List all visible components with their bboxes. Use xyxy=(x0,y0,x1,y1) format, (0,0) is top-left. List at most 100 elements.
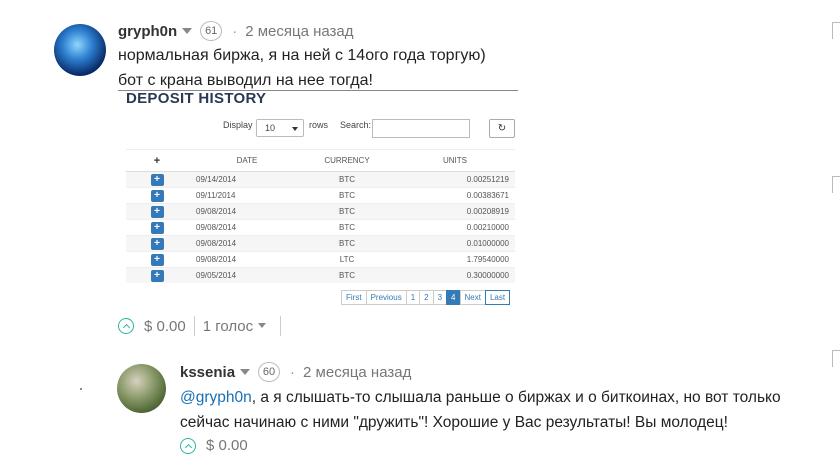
plus-icon: + xyxy=(150,189,164,202)
thread-edge-marker xyxy=(832,350,840,367)
timestamp[interactable]: 2 месяца назад xyxy=(245,23,353,40)
table-row: +09/11/2014 BTC 0.00383671 xyxy=(126,187,515,204)
expand-cell: + xyxy=(126,171,188,188)
table-row: +09/08/2014 BTC 0.00208919 xyxy=(126,203,515,220)
comment-text: , а я слышать-то слышала раньше о биржах… xyxy=(251,389,781,406)
comment-meta: gryph0n 61 · 2 месяца назад xyxy=(118,21,354,41)
comment-actions: $ 0.00 1 голос xyxy=(118,316,289,336)
comment-line: @gryph0n, а я слышать-то слышала раньше … xyxy=(180,385,781,410)
pager-item: 2 xyxy=(419,290,434,305)
user-mention-link[interactable]: @gryph0n xyxy=(180,389,252,406)
pager-item: Last xyxy=(484,290,511,305)
col-date-header: DATE xyxy=(188,149,299,172)
comment-line: нормальная биржа, я на ней с 14ого года … xyxy=(118,47,486,64)
pager-item: Next xyxy=(459,290,486,305)
units-cell: 1.79540000 xyxy=(395,251,515,268)
deposit-history-image: DEPOSIT HISTORY Display 10 rows Search: … xyxy=(118,90,518,310)
pager-item: Previous xyxy=(365,290,407,305)
comment-meta: kssenia 60 · 2 месяца назад xyxy=(180,362,411,382)
date-cell: 09/14/2014 xyxy=(188,171,299,188)
reputation-badge: 60 xyxy=(258,362,281,382)
reputation-badge: 61 xyxy=(200,21,223,41)
author-name[interactable]: gryph0n xyxy=(118,23,177,40)
table-row: +09/05/2014 BTC 0.30000000 xyxy=(126,267,515,283)
search-input xyxy=(372,119,470,138)
plus-icon: + xyxy=(150,269,164,282)
table-row: +09/08/2014 BTC 0.00210000 xyxy=(126,219,515,236)
divider xyxy=(280,316,282,336)
display-label: Display xyxy=(223,120,253,130)
display-value: 10 xyxy=(265,123,276,133)
date-cell: 09/08/2014 xyxy=(188,251,299,268)
currency-cell: BTC xyxy=(299,187,395,204)
separator-dot: · xyxy=(232,22,238,40)
units-cell: 0.00210000 xyxy=(395,219,515,236)
comment-body: нормальная биржа, я на ней с 14ого года … xyxy=(118,43,486,93)
refresh-icon: ↻ xyxy=(489,119,515,138)
currency-cell: BTC xyxy=(299,203,395,220)
expand-cell: + xyxy=(126,235,188,252)
payout-value[interactable]: $ 0.00 xyxy=(144,318,186,335)
date-cell: 09/08/2014 xyxy=(188,219,299,236)
plus-icon: + xyxy=(150,173,164,186)
upvote-icon[interactable] xyxy=(180,437,196,454)
plus-icon: + xyxy=(150,253,164,266)
plus-icon: + xyxy=(150,221,164,234)
currency-cell: BTC xyxy=(299,219,395,236)
pager-item: 1 xyxy=(405,290,421,305)
payout-value[interactable]: $ 0.00 xyxy=(206,437,248,454)
date-cell: 09/05/2014 xyxy=(188,267,299,283)
expand-cell: + xyxy=(126,187,188,204)
col-currency-header: CURRENCY xyxy=(299,149,395,172)
chevron-down-icon[interactable] xyxy=(182,28,193,34)
expand-cell: + xyxy=(126,203,188,220)
upvote-icon[interactable] xyxy=(118,318,134,334)
comment-line: сейчас начинаю с ними "дружить"! Хорошие… xyxy=(180,414,728,431)
units-cell: 0.00383671 xyxy=(395,187,515,204)
thread-edge-marker xyxy=(832,176,840,193)
currency-cell: BTC xyxy=(299,235,395,252)
thread-edge-marker xyxy=(832,22,840,39)
timestamp[interactable]: 2 месяца назад xyxy=(303,364,411,381)
comment-actions: $ 0.00 xyxy=(180,437,248,454)
date-cell: 09/08/2014 xyxy=(188,203,299,220)
units-cell: 0.01000000 xyxy=(395,235,515,252)
avatar[interactable] xyxy=(54,24,106,76)
currency-cell: BTC xyxy=(299,267,395,283)
pagination: First Previous 1 2 3 4 Next Last xyxy=(341,290,511,305)
col-expand-header: + xyxy=(126,149,188,172)
divider-dot xyxy=(80,388,82,390)
pager-item: First xyxy=(341,290,367,305)
expand-cell: + xyxy=(126,251,188,268)
embed-title: DEPOSIT HISTORY xyxy=(126,90,267,107)
col-units-header: UNITS xyxy=(395,149,515,172)
deposit-table: + DATE CURRENCY UNITS +09/14/2014 BTC 0.00… xyxy=(126,149,515,283)
units-cell: 0.00208919 xyxy=(395,203,515,220)
separator-dot: · xyxy=(290,363,296,381)
units-cell: 0.30000000 xyxy=(395,267,515,283)
rows-label: rows xyxy=(309,120,329,130)
units-cell: 0.00251219 xyxy=(395,171,515,188)
table-row: +09/14/2014 BTC 0.00251219 xyxy=(126,171,515,188)
expand-cell: + xyxy=(126,267,188,283)
chevron-down-icon[interactable] xyxy=(240,369,251,375)
table-row: +09/08/2014 BTC 0.01000000 xyxy=(126,235,515,252)
currency-cell: LTC xyxy=(299,251,395,268)
currency-cell: BTC xyxy=(299,171,395,188)
expand-cell: + xyxy=(126,219,188,236)
author-name[interactable]: kssenia xyxy=(180,364,235,381)
votes-count[interactable]: 1 голос xyxy=(203,318,253,335)
plus-icon: + xyxy=(150,237,164,250)
search-label: Search: xyxy=(340,120,372,130)
pager-item: 4 xyxy=(446,290,461,305)
chevron-down-icon xyxy=(292,127,298,131)
table-row: +09/08/2014 LTC 1.79540000 xyxy=(126,251,515,268)
avatar[interactable] xyxy=(117,364,166,413)
date-cell: 09/11/2014 xyxy=(188,187,299,204)
display-select: 10 xyxy=(256,119,304,137)
divider xyxy=(193,316,195,336)
plus-icon: + xyxy=(150,205,164,218)
pager-item: 3 xyxy=(432,290,448,305)
chevron-down-icon[interactable] xyxy=(258,322,267,328)
date-cell: 09/08/2014 xyxy=(188,235,299,252)
